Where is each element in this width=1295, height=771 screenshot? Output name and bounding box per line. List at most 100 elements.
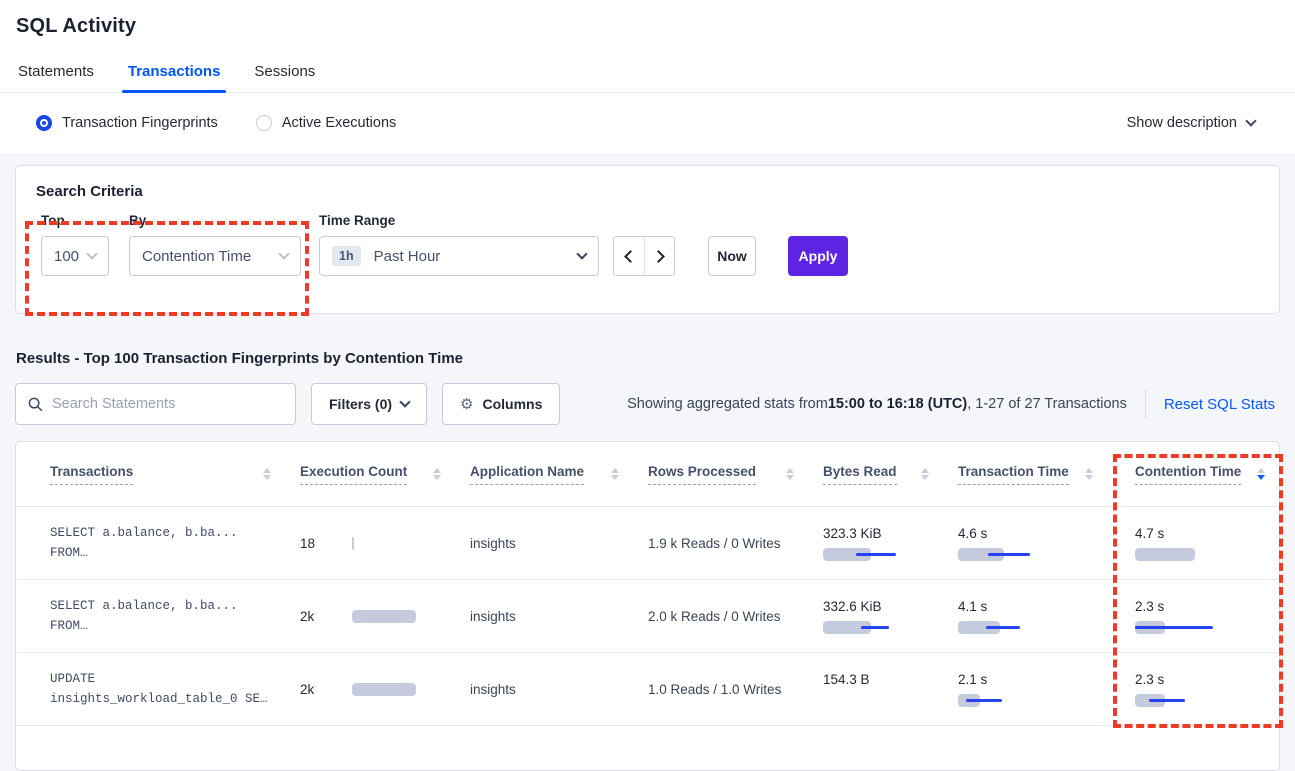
bytes-read-cell: 332.6 KiB bbox=[808, 599, 943, 634]
column-header-contention-time[interactable]: Contention Time bbox=[1120, 464, 1279, 485]
bytes-read-mean-line bbox=[861, 626, 889, 629]
table-row[interactable]: UPDATE insights_workload_table_0 SE… 2k … bbox=[16, 653, 1279, 726]
tab-transactions[interactable]: Transactions bbox=[126, 55, 223, 92]
stats-suffix: , 1-27 of 27 Transactions bbox=[967, 396, 1127, 412]
execution-count-bar bbox=[352, 683, 416, 696]
search-icon bbox=[28, 397, 43, 412]
chevron-down-icon bbox=[399, 396, 410, 407]
page-header: SQL Activity Statements Transactions Ses… bbox=[0, 0, 1295, 93]
transaction-time-mean-line bbox=[986, 626, 1020, 629]
transaction-time-cell: 4.1 s bbox=[943, 599, 1120, 634]
show-description-toggle[interactable]: Show description bbox=[1127, 115, 1255, 131]
contention-time-cell: 4.7 s bbox=[1120, 526, 1279, 561]
radio-selected-icon[interactable] bbox=[36, 115, 52, 131]
search-statements-input[interactable] bbox=[52, 396, 283, 412]
execution-count-bar bbox=[352, 537, 354, 550]
next-time-button[interactable] bbox=[644, 237, 674, 275]
execution-count-cell: 2k bbox=[285, 609, 455, 624]
vertical-divider bbox=[1145, 390, 1146, 418]
radio-transaction-fingerprints[interactable]: Transaction Fingerprints bbox=[36, 115, 218, 131]
prev-time-button[interactable] bbox=[614, 237, 644, 275]
radio-label: Active Executions bbox=[282, 115, 396, 131]
chevron-down-icon bbox=[86, 248, 97, 259]
execution-count-bar bbox=[352, 610, 416, 623]
radio-active-executions[interactable]: Active Executions bbox=[256, 115, 396, 131]
transaction-fingerprint-link[interactable]: SELECT a.balance, b.ba... FROM… bbox=[35, 523, 285, 563]
sort-icon[interactable] bbox=[433, 468, 441, 480]
transaction-time-cell: 2.1 s bbox=[943, 672, 1120, 707]
tab-statements[interactable]: Statements bbox=[16, 55, 96, 92]
reset-sql-stats-link[interactable]: Reset SQL Stats bbox=[1164, 396, 1275, 413]
show-description-label: Show description bbox=[1127, 115, 1237, 131]
column-header-application-name[interactable]: Application Name bbox=[455, 464, 633, 485]
by-label: By bbox=[129, 213, 301, 228]
radio-unselected-icon[interactable] bbox=[256, 115, 272, 131]
sort-icon-active[interactable] bbox=[1257, 468, 1265, 480]
table-row[interactable]: SELECT a.balance, b.ba... FROM… 2k insig… bbox=[16, 580, 1279, 653]
contention-time-mean-line bbox=[1149, 699, 1185, 702]
column-header-transactions[interactable]: Transactions bbox=[35, 464, 285, 485]
chevron-down-icon bbox=[278, 248, 289, 259]
view-toggle-options: Transaction Fingerprints Active Executio… bbox=[36, 115, 396, 131]
sort-icon[interactable] bbox=[786, 468, 794, 480]
chevron-down-icon bbox=[1245, 115, 1256, 126]
execution-count-cell: 18 bbox=[285, 536, 455, 551]
column-header-transaction-time[interactable]: Transaction Time bbox=[943, 464, 1120, 485]
by-field: By Contention Time bbox=[129, 213, 301, 276]
transaction-fingerprint-link[interactable]: UPDATE insights_workload_table_0 SE… bbox=[35, 669, 285, 709]
search-statements-box[interactable] bbox=[15, 383, 296, 425]
search-criteria-title: Search Criteria bbox=[36, 183, 1259, 200]
chevron-right-icon bbox=[652, 250, 665, 263]
stats-range: 15:00 to 16:18 (UTC) bbox=[828, 396, 967, 412]
application-name-cell: insights bbox=[455, 609, 633, 624]
apply-button[interactable]: Apply bbox=[788, 236, 848, 276]
application-name-cell: insights bbox=[455, 682, 633, 697]
radio-label: Transaction Fingerprints bbox=[62, 115, 218, 131]
transaction-fingerprint-link[interactable]: SELECT a.balance, b.ba... FROM… bbox=[35, 596, 285, 636]
sort-icon[interactable] bbox=[1085, 468, 1093, 480]
top-select[interactable]: 100 bbox=[41, 236, 109, 276]
column-header-execution-count[interactable]: Execution Count bbox=[285, 464, 455, 485]
tab-sessions[interactable]: Sessions bbox=[252, 55, 317, 92]
time-range-value: Past Hour bbox=[374, 248, 441, 265]
columns-label: Columns bbox=[482, 396, 542, 412]
time-pager bbox=[613, 236, 675, 276]
search-criteria-controls: Top 100 By Contention Time Time Range 1h… bbox=[36, 213, 1259, 276]
sort-icon[interactable] bbox=[263, 468, 271, 480]
columns-button[interactable]: ⚙ Columns bbox=[442, 383, 560, 425]
bytes-read-cell: 154.3 B bbox=[808, 672, 943, 707]
by-select[interactable]: Contention Time bbox=[129, 236, 301, 276]
contention-time-cell: 2.3 s bbox=[1120, 599, 1279, 634]
rows-processed-cell: 1.0 Reads / 1.0 Writes bbox=[633, 682, 808, 697]
chevron-down-icon bbox=[576, 248, 587, 259]
top-field: Top 100 bbox=[41, 213, 109, 276]
top-label: Top bbox=[41, 213, 109, 228]
now-button[interactable]: Now bbox=[708, 236, 756, 276]
top-select-value: 100 bbox=[54, 248, 79, 265]
results-title: Results - Top 100 Transaction Fingerprin… bbox=[16, 350, 1279, 367]
view-toggle-bar: Transaction Fingerprints Active Executio… bbox=[0, 93, 1295, 153]
bytes-read-mean-line bbox=[856, 553, 896, 556]
transaction-time-mean-line bbox=[988, 553, 1030, 556]
sort-icon[interactable] bbox=[921, 468, 929, 480]
time-range-select[interactable]: 1h Past Hour bbox=[319, 236, 599, 276]
time-range-label: Time Range bbox=[319, 213, 599, 228]
filters-label: Filters (0) bbox=[329, 396, 392, 412]
time-range-field: Time Range 1h Past Hour bbox=[319, 213, 599, 276]
search-criteria-panel: Search Criteria Top 100 By Contention Ti… bbox=[15, 165, 1280, 314]
column-header-rows-processed[interactable]: Rows Processed bbox=[633, 464, 808, 485]
page-title: SQL Activity bbox=[0, 0, 1295, 38]
filters-button[interactable]: Filters (0) bbox=[311, 383, 427, 425]
bytes-read-cell: 323.3 KiB bbox=[808, 526, 943, 561]
gear-icon: ⚙ bbox=[460, 395, 473, 413]
rows-processed-cell: 1.9 k Reads / 0 Writes bbox=[633, 536, 808, 551]
contention-time-cell: 2.3 s bbox=[1120, 672, 1279, 707]
execution-count-cell: 2k bbox=[285, 682, 455, 697]
stats-prefix: Showing aggregated stats from bbox=[627, 396, 828, 412]
column-header-bytes-read[interactable]: Bytes Read bbox=[808, 464, 943, 485]
sort-icon[interactable] bbox=[611, 468, 619, 480]
transaction-time-mean-line bbox=[966, 699, 1002, 702]
table-row[interactable]: SELECT a.balance, b.ba... FROM… 18 insig… bbox=[16, 507, 1279, 580]
by-select-value: Contention Time bbox=[142, 248, 251, 265]
contention-time-bar bbox=[1135, 548, 1195, 561]
